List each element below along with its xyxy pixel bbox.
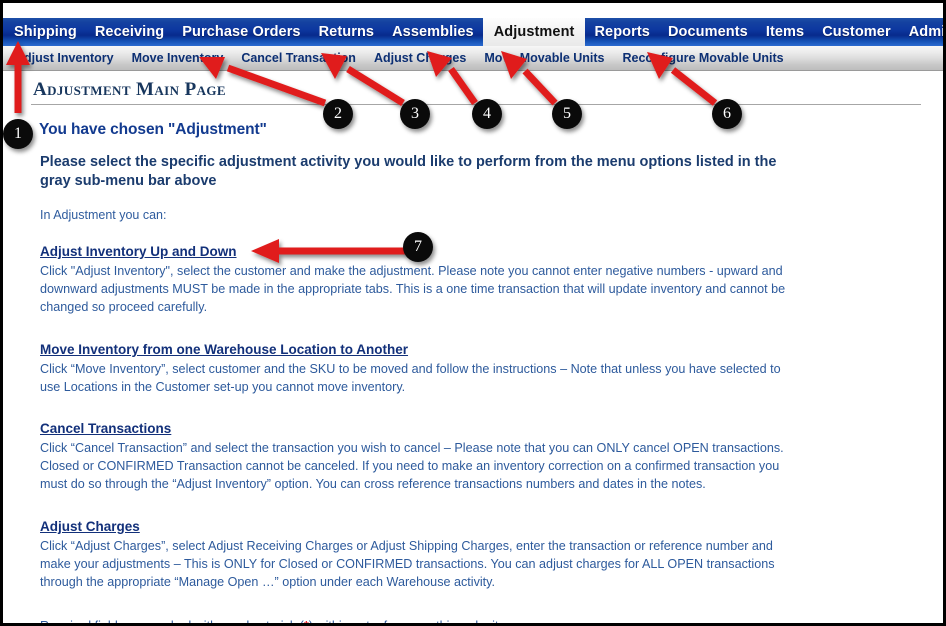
nav-item-reports[interactable]: Reports [585, 18, 659, 46]
nav-item-adjustment[interactable]: Adjustment [482, 18, 586, 46]
subnav-item-cancel-transaction[interactable]: Cancel Transaction [232, 52, 365, 65]
section-adjust-charges: Adjust Charges Click “Adjust Charges”, s… [40, 518, 913, 592]
sub-navigation-bar: Adjust Inventory Move Inventory Cancel T… [3, 46, 943, 71]
nav-item-items[interactable]: Items [757, 18, 813, 46]
section-body-move-inventory: Click “Move Inventory”, select customer … [40, 361, 781, 394]
section-cancel-transactions: Cancel Transactions Click “Cancel Transa… [40, 420, 913, 494]
link-move-inventory-between-locations[interactable]: Move Inventory from one Warehouse Locati… [40, 342, 408, 357]
main-navigation-bar: Shipping Receiving Purchase Orders Retur… [3, 18, 943, 46]
subnav-item-move-inventory[interactable]: Move Inventory [123, 52, 233, 65]
link-cancel-transactions[interactable]: Cancel Transactions [40, 421, 171, 436]
nav-item-documents[interactable]: Documents [659, 18, 757, 46]
nav-item-shipping[interactable]: Shipping [3, 18, 86, 46]
section-body-adjust-charges: Click “Adjust Charges”, select Adjust Re… [40, 539, 775, 589]
section-move-inventory: Move Inventory from one Warehouse Locati… [40, 341, 913, 397]
subnav-item-adjust-charges[interactable]: Adjust Charges [365, 52, 475, 65]
window-top-strip [3, 3, 943, 18]
nav-item-customer[interactable]: Customer [813, 18, 899, 46]
section-adjust-inventory: Adjust Inventory Up and Down Click "Adju… [40, 243, 913, 317]
application-window: Shipping Receiving Purchase Orders Retur… [0, 0, 946, 626]
page-content: Adjustment Main Page You have chosen "Ad… [3, 71, 943, 623]
instruction-text: Please select the specific adjustment ac… [40, 153, 777, 190]
link-adjust-inventory-up-and-down[interactable]: Adjust Inventory Up and Down [40, 244, 237, 259]
nav-item-purchase-orders[interactable]: Purchase Orders [173, 18, 309, 46]
subnav-item-adjust-inventory[interactable]: Adjust Inventory [3, 52, 123, 65]
required-fields-note: Required fields are marked with a red as… [40, 619, 943, 623]
link-adjust-charges[interactable]: Adjust Charges [40, 519, 140, 534]
page-title: Adjustment Main Page [33, 79, 226, 100]
section-body-cancel-transactions: Click “Cancel Transaction” and select th… [40, 441, 784, 492]
nav-item-admin[interactable]: Admin [900, 18, 943, 46]
title-divider [31, 103, 921, 105]
chosen-heading: You have chosen "Adjustment" [39, 120, 267, 138]
subnav-item-move-movable-units[interactable]: Move Movable Units [475, 52, 613, 65]
lead-in-text: In Adjustment you can: [40, 208, 167, 223]
section-body-adjust-inventory: Click "Adjust Inventory", select the cus… [40, 264, 786, 314]
subnav-item-reconfigure-movable-units[interactable]: Reconfigure Movable Units [614, 52, 793, 65]
nav-item-receiving[interactable]: Receiving [86, 18, 173, 46]
nav-item-assemblies[interactable]: Assemblies [383, 18, 483, 46]
required-note-suffix: ) within entry forms on this web site. [309, 619, 509, 623]
nav-item-returns[interactable]: Returns [310, 18, 384, 46]
required-note-prefix: Required fields are marked with a red as… [40, 619, 304, 623]
